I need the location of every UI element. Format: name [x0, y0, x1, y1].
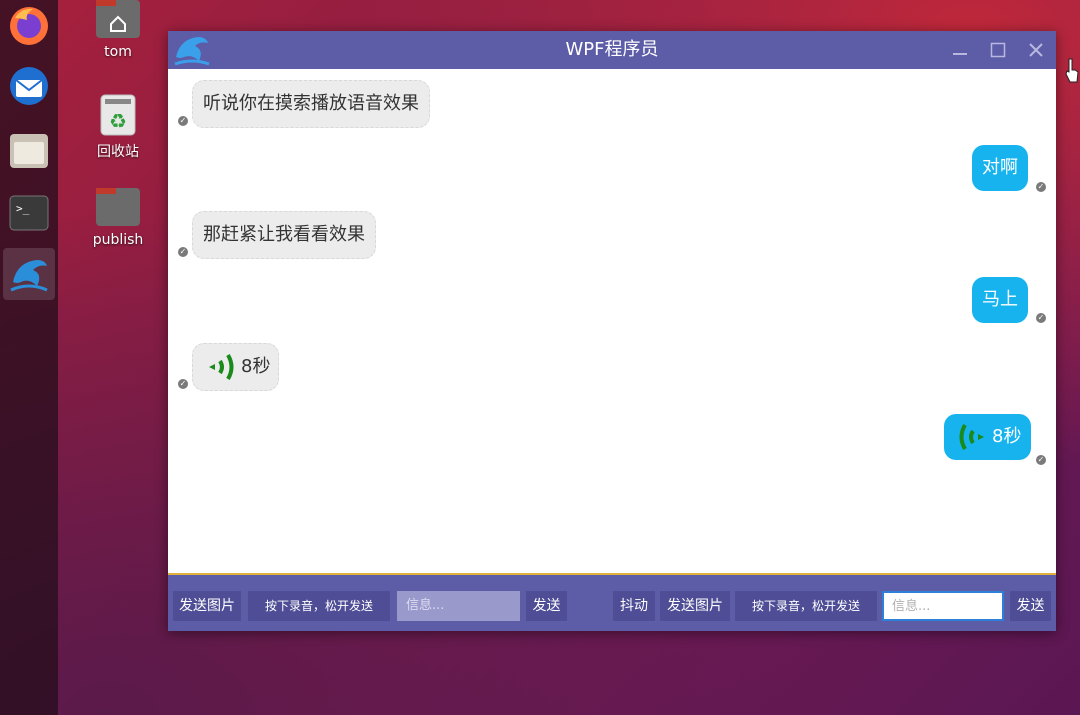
desktop-icon-label: tom [104, 44, 132, 60]
desktop-icon-label: 回收站 [97, 144, 139, 160]
chat-window: WPF程序员 听说你在摸索播放语音效果 ✓ 对啊 ✓ 那赶紧让我看看效果 ✓ 马… [168, 31, 1056, 631]
send-image-button[interactable]: 发送图片 [660, 591, 730, 621]
dolphin-app-icon[interactable] [3, 248, 55, 300]
mouse-pointer-icon [1064, 58, 1080, 88]
read-check-icon: ✓ [1036, 313, 1046, 323]
terminal-icon[interactable]: >_ [3, 187, 55, 239]
read-check-icon: ✓ [1036, 182, 1046, 192]
chat-message-area[interactable]: 听说你在摸索播放语音效果 ✓ 对啊 ✓ 那赶紧让我看看效果 ✓ 马上 ✓ 8秒 … [168, 69, 1056, 573]
message-input[interactable]: 信息... [882, 591, 1004, 621]
firefox-icon[interactable] [3, 0, 55, 52]
hold-to-record-button[interactable]: 按下录音，松开发送 [735, 591, 877, 621]
send-image-button[interactable]: 发送图片 [173, 591, 241, 621]
input-toolbar: 发送图片 按下录音，松开发送 信息... 发送 抖动 发送图片 按下录音，松开发… [168, 575, 1056, 631]
message-bubble-sent: 对啊 [972, 145, 1028, 191]
desktop-icon-publish[interactable]: publish [78, 188, 158, 248]
shake-button[interactable]: 抖动 [613, 591, 655, 621]
read-check-icon: ✓ [178, 116, 188, 126]
svg-text:♻: ♻ [109, 109, 127, 133]
voice-message-received[interactable]: 8秒 [192, 343, 280, 391]
voice-wave-icon [959, 423, 984, 451]
title-bar[interactable]: WPF程序员 [168, 31, 1056, 69]
message-bubble-received: 那赶紧让我看看效果 [192, 211, 376, 259]
read-check-icon: ✓ [1036, 455, 1046, 465]
files-icon[interactable] [3, 125, 55, 177]
svg-text:>_: >_ [16, 202, 30, 215]
trash-icon: ♻ [100, 94, 136, 136]
close-icon[interactable] [1026, 40, 1046, 60]
home-folder-icon [96, 0, 140, 38]
voice-duration: 8秒 [992, 426, 1022, 447]
window-title: WPF程序员 [565, 39, 659, 60]
voice-wave-icon [209, 353, 234, 381]
desktop-icon-home[interactable]: tom [78, 0, 158, 60]
desktop-icon-trash[interactable]: ♻ 回收站 [78, 93, 158, 161]
send-button[interactable]: 发送 [526, 591, 567, 621]
read-check-icon: ✓ [178, 247, 188, 257]
read-check-icon: ✓ [178, 379, 188, 389]
thunderbird-icon[interactable] [3, 60, 55, 112]
voice-message-sent[interactable]: 8秒 [944, 414, 1032, 460]
folder-icon [96, 188, 140, 226]
message-bubble-received: 听说你在摸索播放语音效果 [192, 80, 430, 128]
hold-to-record-button[interactable]: 按下录音，松开发送 [248, 591, 390, 621]
desktop-icon-label: publish [92, 232, 144, 248]
message-input[interactable]: 信息... [397, 591, 520, 621]
launcher-dock: >_ [0, 0, 58, 715]
voice-duration: 8秒 [241, 356, 271, 377]
message-bubble-sent: 马上 [972, 277, 1028, 323]
maximize-icon[interactable] [988, 40, 1008, 60]
minimize-icon[interactable] [950, 40, 970, 60]
send-button[interactable]: 发送 [1010, 591, 1051, 621]
